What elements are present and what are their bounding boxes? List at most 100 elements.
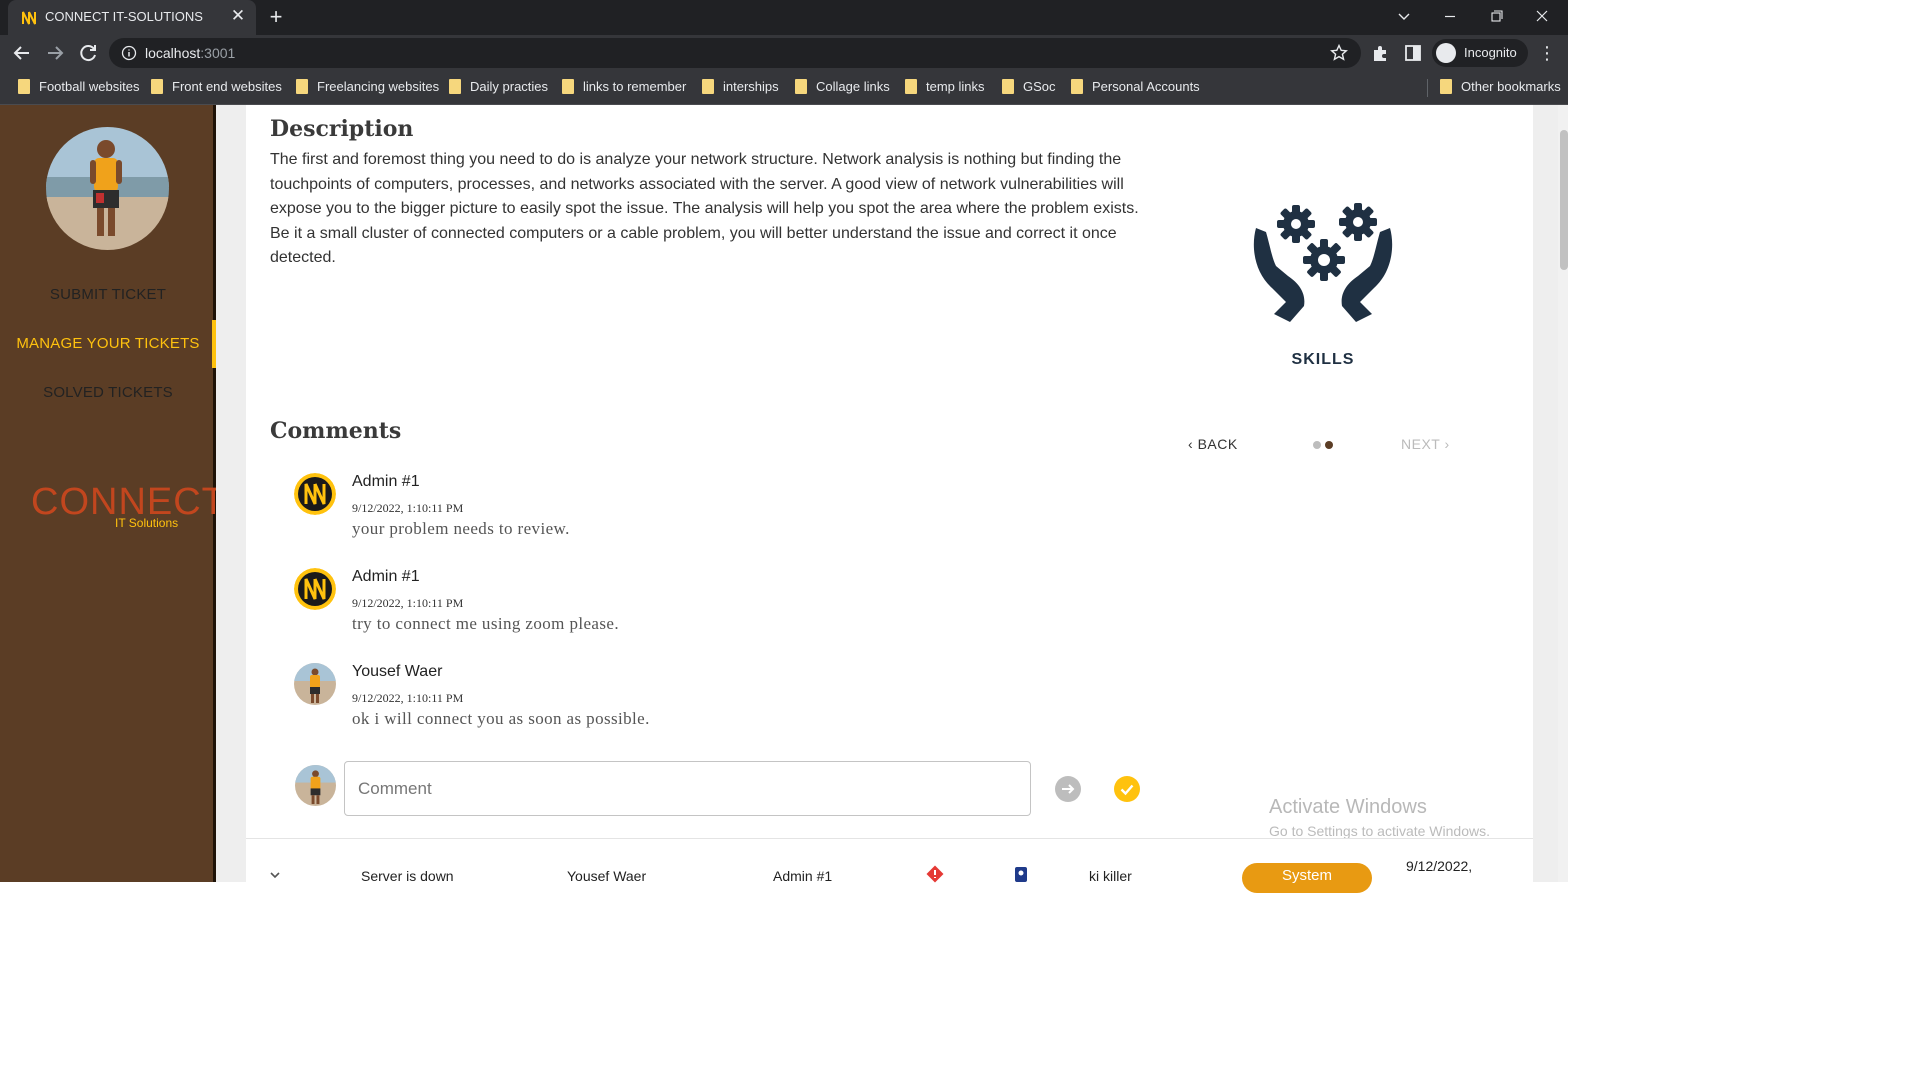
chevron-down-icon[interactable] <box>268 868 282 882</box>
ticket-row-divider <box>246 838 1533 839</box>
minimize-icon[interactable] <box>1427 0 1473 33</box>
chevron-left-icon: ‹ <box>1188 436 1194 452</box>
scrollbar-thumb[interactable] <box>1560 130 1568 270</box>
comments-heading: Comments <box>270 418 402 444</box>
bookmark-label: Collage links <box>816 79 890 94</box>
comment-text: ok i will connect you as soon as possibl… <box>352 709 650 728</box>
carousel-next-button[interactable]: NEXT › <box>1401 436 1450 452</box>
bookmark-label: Personal Accounts <box>1092 79 1200 94</box>
nav-solved-tickets[interactable]: SOLVED TICKETS <box>0 384 216 401</box>
current-user-avatar <box>295 765 336 806</box>
description-text: The first and foremost thing you need to… <box>270 151 1139 266</box>
connect-logo-icon <box>294 473 336 515</box>
ticket-row-date: 9/12/2022, <box>1406 858 1473 874</box>
reload-icon[interactable] <box>75 40 101 66</box>
url-host: localhost <box>145 45 201 61</box>
new-tab-icon[interactable]: + <box>263 4 289 30</box>
bookmark-label: temp links <box>926 79 985 94</box>
extensions-puzzle-icon[interactable] <box>1371 43 1391 63</box>
close-tab-icon[interactable]: ✕ <box>228 6 248 26</box>
bookmark-folder[interactable]: Football websites <box>18 79 139 97</box>
bookmark-folder[interactable]: links to remember <box>562 79 686 97</box>
connect-logo-icon <box>294 568 336 610</box>
ticket-row-admin: Admin #1 <box>773 868 833 884</box>
skills-gears-hands-icon <box>1253 203 1393 322</box>
folder-icon <box>296 79 308 94</box>
carousel-next-label: NEXT <box>1401 436 1441 452</box>
description-heading: Description <box>270 116 414 142</box>
comment-date: 9/12/2022, 1:10:11 PM <box>352 691 464 705</box>
user-photo-icon <box>46 127 169 250</box>
site-info-icon[interactable] <box>121 45 137 61</box>
bookmark-folder[interactable]: temp links <box>905 79 985 97</box>
comment-input[interactable] <box>344 761 1031 816</box>
comment-author: Admin #1 <box>352 473 420 490</box>
address-bar[interactable]: localhost:3001 <box>109 38 1361 68</box>
browser-menu-icon[interactable]: ⋮ <box>1538 43 1556 63</box>
incognito-icon <box>1436 43 1456 63</box>
bookmark-label: Football websites <box>39 79 140 94</box>
avatar <box>294 473 336 515</box>
bookmark-folder[interactable]: Collage links <box>795 79 890 97</box>
send-comment-icon[interactable] <box>1055 776 1081 802</box>
windows-activation-title: Activate Windows <box>1269 796 1427 818</box>
folder-icon <box>151 79 163 94</box>
side-panel-icon[interactable] <box>1403 43 1423 63</box>
url-port: :3001 <box>200 45 236 61</box>
carousel-back-button[interactable]: ‹ BACK <box>1188 436 1238 452</box>
incognito-label: Incognito <box>1464 45 1517 60</box>
bookmark-label: Freelancing websites <box>317 79 440 94</box>
user-photo-icon <box>295 765 336 806</box>
bookmark-label: interships <box>723 79 779 94</box>
ticket-row-title: Server is down <box>361 868 454 884</box>
folder-icon <box>1002 79 1014 94</box>
comment-author: Yousef Waer <box>352 663 443 680</box>
connect-favicon-icon <box>22 11 36 25</box>
bookmark-label: links to remember <box>583 79 687 94</box>
comment-item: Admin #1 9/12/2022, 1:10:11 PM try to co… <box>294 568 894 648</box>
ticket-type-chip: System <box>1242 863 1372 893</box>
carousel-dot-2-active[interactable] <box>1325 441 1333 449</box>
folder-icon <box>449 79 461 94</box>
comment-date: 9/12/2022, 1:10:11 PM <box>352 596 464 610</box>
bookmark-label: Other bookmarks <box>1461 79 1561 94</box>
close-window-icon[interactable] <box>1519 0 1565 33</box>
nav-submit-ticket[interactable]: SUBMIT TICKET <box>0 286 216 303</box>
user-photo-icon <box>294 663 336 705</box>
comment-text: try to connect me using zoom please. <box>352 614 619 633</box>
comment-text: your problem needs to review. <box>352 519 570 538</box>
folder-icon <box>795 79 807 94</box>
comment-date: 9/12/2022, 1:10:11 PM <box>352 501 464 515</box>
folder-icon <box>1440 79 1452 94</box>
back-arrow-icon[interactable] <box>9 40 35 66</box>
url-text: localhost:3001 <box>145 45 235 61</box>
brand-logo-subtitle: IT Solutions <box>115 516 179 530</box>
folder-icon <box>905 79 917 94</box>
folder-icon <box>562 79 574 94</box>
other-bookmarks-folder[interactable]: Other bookmarks <box>1440 79 1561 97</box>
bookmark-folder[interactable]: GSoc <box>1002 79 1056 97</box>
bookmark-folder[interactable]: Front end websites <box>151 79 282 97</box>
windows-activation-subtitle: Go to Settings to activate Windows. <box>1269 823 1490 839</box>
folder-icon <box>702 79 714 94</box>
bookmark-folder[interactable]: Freelancing websites <box>296 79 439 97</box>
bookmark-folder[interactable]: Daily practies <box>449 79 548 97</box>
bookmarks-divider <box>1427 79 1428 97</box>
bookmark-folder[interactable]: interships <box>702 79 779 97</box>
browser-tab[interactable]: CONNECT IT-SOLUTIONS ✕ <box>8 0 256 35</box>
chevron-right-icon: › <box>1444 436 1450 452</box>
bookmarks-bar: Football websites Front end websites Fre… <box>0 71 1568 105</box>
profile-avatar[interactable] <box>46 127 169 250</box>
restore-icon[interactable] <box>1473 0 1519 33</box>
incognito-profile-button[interactable]: Incognito <box>1432 39 1528 67</box>
nav-manage-tickets[interactable]: MANAGE YOUR TICKETS <box>0 335 216 352</box>
forward-arrow-icon[interactable] <box>42 40 68 66</box>
avatar <box>294 568 336 610</box>
comment-item: Yousef Waer 9/12/2022, 1:10:11 PM ok i w… <box>294 663 894 743</box>
carousel-dot-1[interactable] <box>1313 441 1321 449</box>
bookmark-label: Daily practies <box>470 79 549 94</box>
bookmark-star-icon[interactable] <box>1329 43 1349 63</box>
tab-search-chevron-icon[interactable] <box>1381 0 1427 33</box>
bookmark-folder[interactable]: Personal Accounts <box>1071 79 1200 97</box>
resolve-check-icon[interactable] <box>1114 776 1140 802</box>
